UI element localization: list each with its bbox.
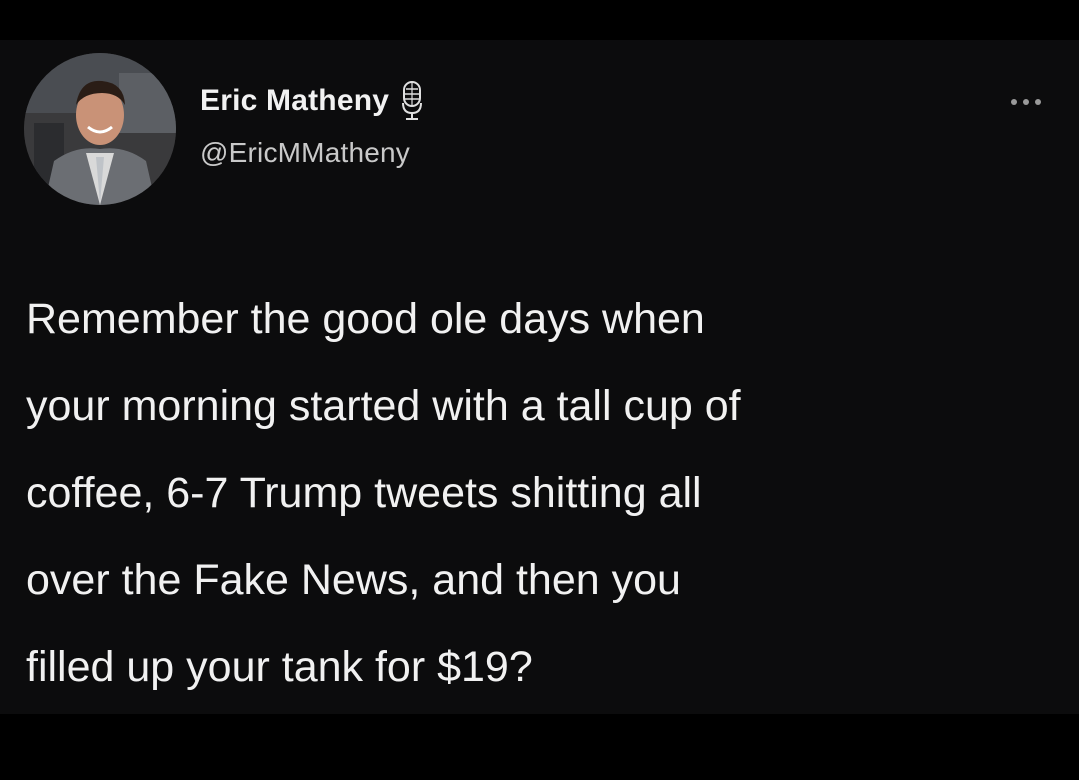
tweet-text-line: your morning started with a tall cup of [26, 382, 741, 430]
tweet-text-line: coffee, 6-7 Trump tweets shitting all [26, 469, 702, 517]
tweet-text: Remember the good ole days when your mor… [26, 276, 1056, 711]
tweet-card: Eric Matheny @EricMMatheny Remember the … [0, 40, 1079, 714]
more-options-button[interactable] [1001, 90, 1051, 114]
screenshot-frame: Eric Matheny @EricMMatheny Remember the … [0, 0, 1079, 780]
tweet-text-line: over the Fake News, and then you [26, 556, 681, 604]
tweet-text-line: Remember the good ole days when [26, 295, 705, 343]
author-display-name[interactable]: Eric Matheny [200, 84, 389, 118]
author-handle[interactable]: @EricMMatheny [200, 137, 410, 169]
microphone-icon [401, 81, 423, 121]
profile-photo [24, 53, 176, 205]
author-name-row: Eric Matheny [200, 81, 423, 121]
tweet-text-line: filled up your tank for $19? [26, 643, 533, 691]
avatar[interactable] [24, 53, 176, 205]
more-dots-icon [1011, 99, 1041, 105]
